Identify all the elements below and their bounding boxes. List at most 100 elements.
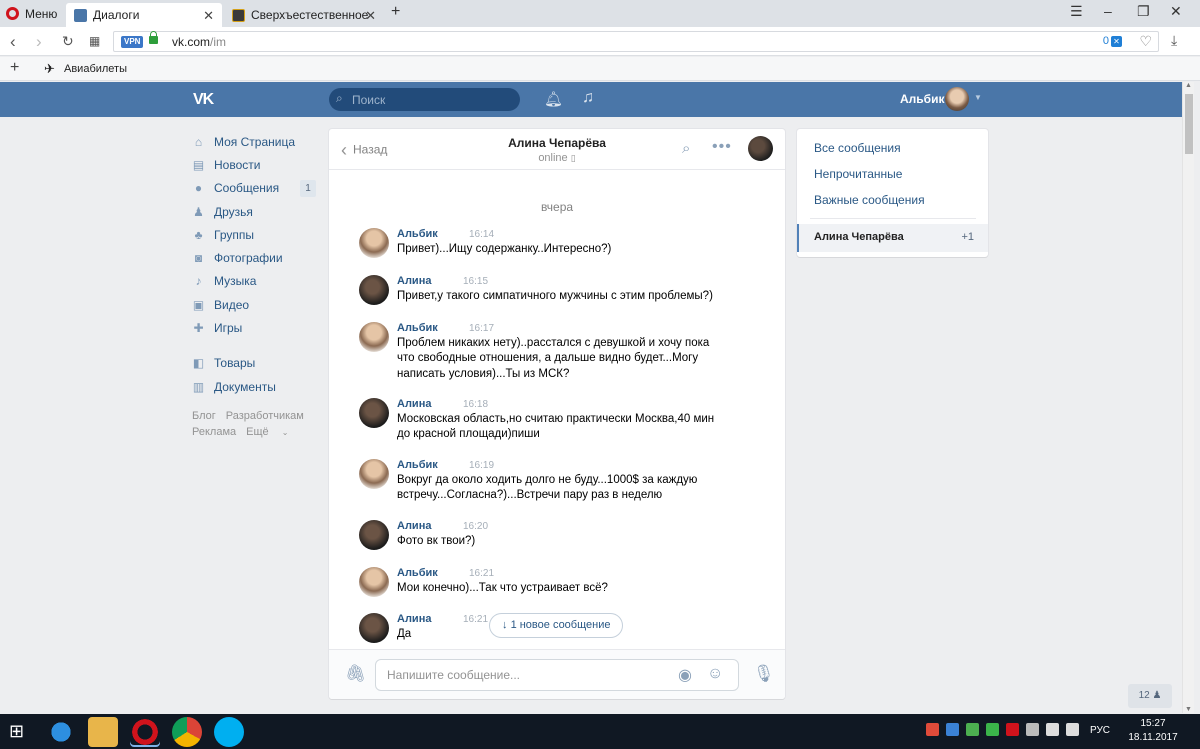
new-tab-icon[interactable]: + <box>391 3 400 21</box>
active-chat-count: +1 <box>961 231 974 243</box>
peer-avatar[interactable] <box>748 136 773 161</box>
opera-browser-icon[interactable] <box>130 717 160 747</box>
nav-item-photos[interactable]: ◙ Фотографии <box>192 246 322 269</box>
user-avatar[interactable] <box>945 87 969 111</box>
tray-security-icon[interactable] <box>986 723 999 736</box>
tab-supernatural[interactable]: Сверхъестественное - см ✕ <box>224 3 384 27</box>
close-window-icon[interactable]: ✕ <box>1170 3 1182 20</box>
new-message-button[interactable]: ↓ 1 новое сообщение <box>489 613 624 638</box>
nav-item-documents[interactable]: ▥ Документы <box>192 375 322 398</box>
music-icon: ♪ <box>195 274 202 289</box>
clock-date: 18.11.2017 <box>1128 732 1178 743</box>
message-author[interactable]: Альбик <box>397 228 438 240</box>
message-input[interactable]: Напишите сообщение... ◉ ☺ <box>375 659 739 691</box>
message-text: Вокруг да около ходить долго не буду...1… <box>397 474 698 502</box>
internet-explorer-icon[interactable] <box>46 717 76 747</box>
message-author[interactable]: Альбик <box>397 322 438 334</box>
tray-volume-icon[interactable] <box>1066 723 1079 736</box>
nav-item-news[interactable]: ▤ Новости <box>192 153 322 176</box>
taskbar-clock[interactable]: 15:27 18.11.2017 <box>1128 717 1178 745</box>
file-explorer-icon[interactable] <box>88 717 118 747</box>
nav-item-messages[interactable]: ● Сообщения 1 <box>192 177 322 200</box>
message-avatar[interactable] <box>359 567 389 597</box>
tray-show-hidden-icon[interactable] <box>1026 723 1039 736</box>
maximize-icon[interactable]: ❐ <box>1137 3 1150 20</box>
chevron-down-icon[interactable]: ▼ <box>974 93 982 102</box>
message-author[interactable]: Альбик <box>397 459 438 471</box>
close-tab-icon[interactable]: ✕ <box>203 8 214 24</box>
back-arrow-icon[interactable]: ‹ <box>10 32 16 52</box>
filter-important[interactable]: Важные сообщения <box>814 193 925 207</box>
footer-ads-link[interactable]: Реклама <box>192 426 236 438</box>
message-avatar[interactable] <box>359 613 389 643</box>
tab-dialogs[interactable]: Диалоги ✕ <box>66 3 222 27</box>
tray-app-icon[interactable] <box>926 723 939 736</box>
tray-skype-icon[interactable] <box>946 723 959 736</box>
filter-all-messages[interactable]: Все сообщения <box>814 141 901 155</box>
tab-menu-icon[interactable]: ☰ <box>1070 3 1083 20</box>
scroll-down-icon[interactable]: ▼ <box>1185 706 1192 713</box>
lock-icon[interactable] <box>149 31 158 44</box>
nav-label: Друзья <box>214 204 253 219</box>
nav-item-games[interactable]: ✚ Игры <box>192 316 322 339</box>
reload-icon[interactable]: ↻ <box>62 33 74 50</box>
download-icon[interactable]: ⤓ <box>1171 32 1177 49</box>
notifications-bell-icon[interactable]: 🔔︎ <box>544 90 563 108</box>
chrome-icon[interactable] <box>172 717 202 747</box>
nav-item-goods[interactable]: ◧ Товары <box>192 352 322 375</box>
filter-unread[interactable]: Непрочитанные <box>814 167 902 181</box>
message-author[interactable]: Алина <box>397 520 431 532</box>
attach-paperclip-icon[interactable]: 🖇︎ <box>345 664 367 684</box>
nav-item-friends[interactable]: ♟ Друзья <box>192 200 322 223</box>
nav-item-groups[interactable]: ♣ Группы <box>192 223 322 246</box>
vpn-badge[interactable]: VPN <box>121 36 144 48</box>
adblock-indicator[interactable]: 0 ✕ <box>1103 35 1122 47</box>
footer-blog-link[interactable]: Блог <box>192 410 216 422</box>
footer-developers-link[interactable]: Разработчикам <box>226 410 304 422</box>
message-author[interactable]: Альбик <box>397 567 438 579</box>
message-avatar[interactable] <box>359 322 389 352</box>
emoji-smile-icon[interactable]: ☺ <box>707 665 723 683</box>
skype-icon[interactable] <box>214 717 244 747</box>
add-bookmark-icon[interactable]: + <box>10 59 19 77</box>
message-author[interactable]: Алина <box>397 398 431 410</box>
search-input[interactable]: ⌕ Поиск <box>329 88 520 111</box>
message-avatar[interactable] <box>359 459 389 489</box>
message-author[interactable]: Алина <box>397 275 431 287</box>
nav-item-video[interactable]: ▣ Видео <box>192 293 322 316</box>
message-avatar[interactable] <box>359 398 389 428</box>
keyboard-language[interactable]: РУС <box>1090 725 1110 736</box>
message-avatar[interactable] <box>359 275 389 305</box>
url-field[interactable]: VPN vk.com/im 0 ✕ ♡ <box>113 31 1159 52</box>
vk-logo[interactable]: VK <box>193 91 214 109</box>
tray-update-icon[interactable] <box>966 723 979 736</box>
tray-network-icon[interactable] <box>1046 723 1059 736</box>
heart-icon[interactable]: ♡ <box>1139 33 1152 50</box>
more-actions-icon[interactable]: ••• <box>712 138 732 156</box>
music-icon[interactable]: ♫ <box>582 89 594 107</box>
user-name[interactable]: Альбик <box>900 92 944 106</box>
message-text: Проблем никаких нету)..расстался с девуш… <box>397 337 710 380</box>
minimize-icon[interactable]: – <box>1104 3 1112 19</box>
message-avatar[interactable] <box>359 520 389 550</box>
scroll-up-icon[interactable]: ▲ <box>1185 82 1192 89</box>
message-avatar[interactable] <box>359 228 389 258</box>
speed-dial-icon[interactable]: ▦ <box>89 34 100 48</box>
scrollbar-thumb[interactable] <box>1185 94 1193 154</box>
forward-arrow-icon[interactable]: › <box>36 32 42 52</box>
footer-more-link[interactable]: Ещё ⌄ <box>246 426 298 438</box>
microphone-icon[interactable]: 🎙︎ <box>753 664 775 684</box>
message-author[interactable]: Алина <box>397 613 431 625</box>
windows-start-icon[interactable]: ⊞ <box>9 721 24 742</box>
close-tab-icon[interactable]: ✕ <box>365 8 376 24</box>
nav-item-my-page[interactable]: ⌂ Моя Страница <box>192 130 322 153</box>
active-chat-item[interactable]: Алина Чепарёва +1 <box>797 224 988 252</box>
search-icon[interactable]: ⌕ <box>682 140 690 157</box>
online-friends-badge[interactable]: 12 ♟ <box>1128 684 1172 708</box>
bookmark-aviatickets[interactable]: Авиабилеты <box>64 63 127 75</box>
nav-item-music[interactable]: ♪ Музыка <box>192 270 322 293</box>
opera-menu-button[interactable]: Меню <box>6 5 57 22</box>
tray-opera-icon[interactable] <box>1006 723 1019 736</box>
page-scrollbar[interactable]: ▲ ▼ <box>1182 82 1194 713</box>
camera-icon[interactable]: ◉ <box>678 665 692 685</box>
